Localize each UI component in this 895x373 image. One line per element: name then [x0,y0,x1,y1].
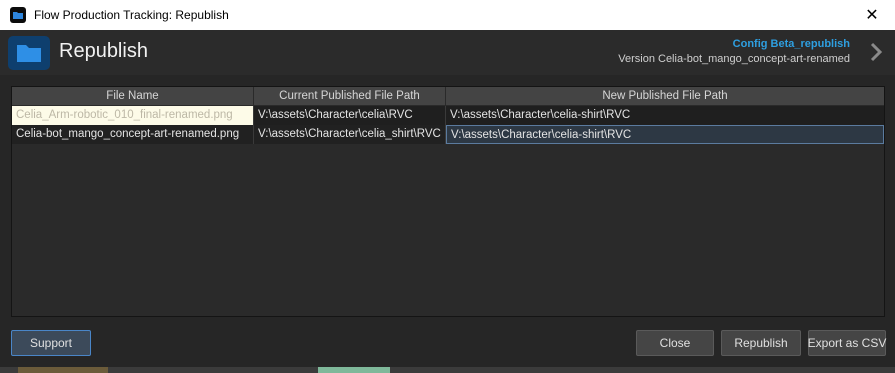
support-button[interactable]: Support [11,330,91,356]
app-icon [10,7,26,23]
version-label: Version Celia-bot_mango_concept-art-rena… [618,53,850,65]
chevron-right-icon[interactable] [869,42,883,62]
files-table: File Name Current Published File Path Ne… [11,86,885,317]
window-title: Flow Production Tracking: Republish [34,8,229,22]
close-button[interactable]: Close [636,330,714,356]
table-row[interactable]: Celia_Arm-robotic_010_final-renamed.png … [12,106,884,125]
page-title: Republish [59,40,148,62]
background-thumbnail [18,367,108,373]
export-csv-button[interactable]: Export as CSV [808,330,886,356]
column-header-file-name[interactable]: File Name [12,87,254,105]
background-thumbnail [318,367,390,373]
file-name-cell[interactable]: Celia-bot_mango_concept-art-renamed.png [12,125,254,144]
new-path-cell[interactable]: V:\assets\Character\celia-shirt\RVC [446,125,884,144]
column-header-current-path[interactable]: Current Published File Path [254,87,446,105]
table-header: File Name Current Published File Path Ne… [12,87,884,105]
window-close-button[interactable]: ✕ [849,0,895,30]
column-header-new-path[interactable]: New Published File Path [446,87,884,105]
current-path-cell[interactable]: V:\assets\Character\celia\RVC [254,106,446,125]
table-row[interactable]: Celia-bot_mango_concept-art-renamed.png … [12,125,884,144]
republish-window: Flow Production Tracking: Republish ✕ Re… [0,0,895,373]
folder-icon [8,36,50,70]
header: Republish Config Beta_republish Version … [0,30,895,75]
republish-button[interactable]: Republish [721,330,801,356]
new-path-cell[interactable]: V:\assets\Character\celia-shirt\RVC [446,106,884,125]
config-label: Config Beta_republish [732,38,850,50]
file-name-cell[interactable]: Celia_Arm-robotic_010_final-renamed.png [12,106,254,125]
title-bar: Flow Production Tracking: Republish ✕ [0,0,895,30]
background-strip [0,367,895,373]
current-path-cell[interactable]: V:\assets\Character\celia_shirt\RVC [254,125,446,144]
